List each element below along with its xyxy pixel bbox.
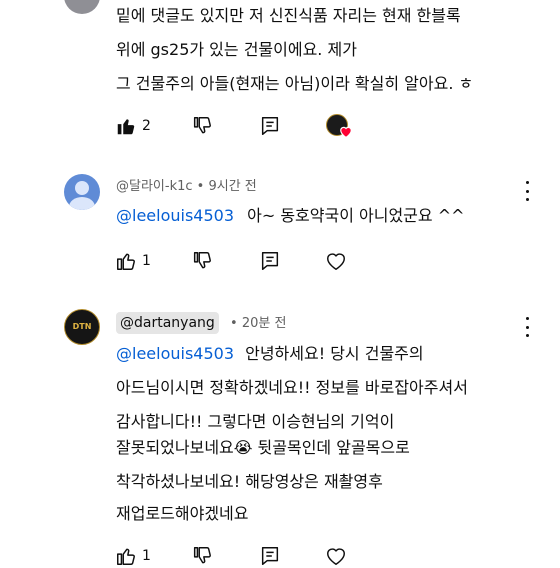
heart-outline-icon — [327, 548, 345, 565]
mention-link[interactable]: @leelouis4503 — [116, 206, 234, 225]
comment-meta: • 20분 전 — [230, 315, 286, 333]
like-button[interactable] — [114, 114, 138, 138]
comment-text-line: 위에 gs25가 있는 건물이에요. 제가 — [116, 40, 357, 59]
comment-text-line: @leelouis4503 아~ 동호약국이 아니었군요 ^^ — [116, 206, 465, 226]
reply-button[interactable] — [258, 249, 282, 273]
like-count: 1 — [142, 548, 151, 564]
heart-button[interactable] — [324, 544, 348, 568]
comment-meta: @달라이-k1c • 9시간 전 — [116, 178, 257, 196]
author-name: @dartanyang — [120, 315, 215, 331]
comment-text-line: 착각하셨나보네요! 해당영상은 재촬영후 — [116, 472, 383, 491]
author-chip[interactable]: @dartanyang — [116, 312, 219, 334]
comment-text: 안녕하세요! 당시 건물주의 — [245, 344, 424, 363]
comment-text-line: 재업로드해야겠네요 — [116, 504, 249, 523]
reply-icon — [261, 252, 279, 270]
comment-text-line: 그 건물주의 아들(현재는 아님)이라 확실히 알아요. ㅎ — [116, 74, 474, 93]
like-icon — [117, 548, 135, 565]
like-count: 2 — [142, 118, 151, 134]
reply-icon — [261, 547, 279, 565]
like-button[interactable] — [114, 249, 138, 273]
like-icon — [117, 119, 135, 135]
dislike-button[interactable] — [190, 249, 214, 273]
more-button[interactable] — [524, 181, 530, 201]
heart-button[interactable] — [324, 249, 348, 273]
mention-link[interactable]: @leelouis4503 — [116, 344, 234, 363]
creator-heart-icon — [340, 126, 352, 138]
comment-text-line: @leelouis4503 안녕하세요! 당시 건물주의 — [116, 344, 424, 364]
timestamp[interactable]: 20분 전 — [242, 316, 287, 331]
comment-text-line: 잘못되었나보네요😭 뒷골목인데 앞골목으로 — [116, 438, 410, 457]
reply-button[interactable] — [258, 114, 282, 138]
dislike-button[interactable] — [190, 114, 214, 138]
meta-separator: • — [230, 316, 238, 331]
timestamp[interactable]: 9시간 전 — [208, 179, 256, 194]
dislike-icon — [193, 117, 211, 134]
author-name[interactable]: @달라이-k1c — [116, 179, 193, 194]
reply-button[interactable] — [258, 544, 282, 568]
reply-icon — [261, 117, 279, 135]
more-button[interactable] — [524, 317, 530, 337]
comment-text-line: 감사합니다!! 그렇다면 이승현님의 기억이 — [116, 412, 395, 431]
like-count: 1 — [142, 253, 151, 269]
heart-outline-icon — [327, 253, 345, 270]
dislike-icon — [193, 252, 211, 269]
avatar[interactable]: DTN — [64, 309, 100, 345]
comment-text-line: 아드님이시면 정확하겠네요!! 정보를 바로잡아주셔서 — [116, 378, 468, 397]
creator-heart[interactable] — [326, 114, 354, 140]
comment-text: 아~ 동호약국이 아니었군요 ^^ — [247, 206, 465, 225]
dislike-button[interactable] — [190, 544, 214, 568]
like-icon — [117, 253, 135, 270]
avatar-text: DTN — [72, 322, 92, 331]
meta-separator: • — [196, 179, 205, 194]
dislike-icon — [193, 547, 211, 564]
avatar[interactable] — [64, 174, 100, 210]
comment-text-line: 밑에 댓글도 있지만 저 신진식품 자리는 현재 한블록 — [116, 6, 461, 25]
like-button[interactable] — [114, 544, 138, 568]
avatar[interactable] — [64, 0, 100, 14]
